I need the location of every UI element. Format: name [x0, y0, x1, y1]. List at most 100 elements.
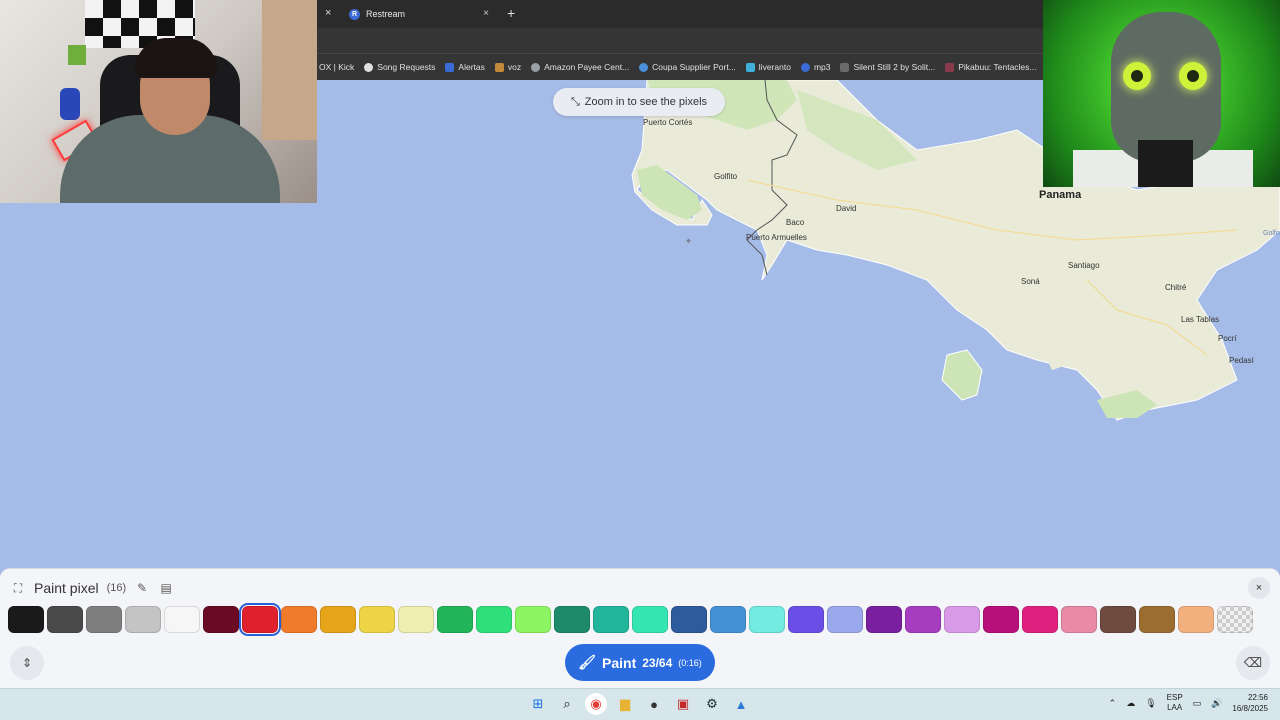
collapse-icon[interactable]: ⛶ [10, 581, 26, 596]
image-icon [945, 62, 955, 72]
bookmark-item[interactable]: Song Requests [364, 62, 435, 72]
color-swatch[interactable] [164, 606, 200, 633]
bookmark-label: mp3 [813, 62, 831, 72]
close-tab-icon[interactable]: × [325, 7, 331, 19]
obs-icon[interactable]: ● [643, 693, 665, 715]
bookmark-item[interactable]: Pikabuu: Tentacles... [945, 62, 1037, 72]
color-swatch[interactable] [1022, 606, 1058, 633]
map-label-city: Chitré [1165, 283, 1187, 292]
color-swatch[interactable] [281, 606, 317, 633]
search-icon[interactable]: ⌕ [556, 693, 578, 715]
streamer-hair [135, 38, 217, 78]
bookmark-item[interactable]: Alertas [445, 62, 485, 72]
chevron-up-icon[interactable]: ⌃ [1109, 698, 1117, 709]
bookmark-label: OX | Kick [319, 62, 355, 72]
color-swatch[interactable] [437, 606, 473, 633]
map-label-city: David [836, 204, 857, 213]
color-swatch[interactable] [47, 606, 83, 633]
color-swatch[interactable] [515, 606, 551, 633]
pixel-count: (16) [106, 582, 127, 594]
bookmark-label: Coupa Supplier Port... [652, 62, 736, 72]
address-bar-area[interactable] [317, 28, 1043, 54]
zoom-hint-text: Zoom in to see the pixels [584, 96, 708, 108]
color-swatch[interactable] [203, 606, 239, 633]
flame-icon [445, 62, 455, 72]
color-swatch[interactable] [710, 606, 746, 633]
file-explorer-icon[interactable]: ▆ [614, 693, 636, 715]
color-swatch[interactable] [944, 606, 980, 633]
map-ocean[interactable] [0, 203, 317, 568]
volume-icon[interactable]: 🔊 [1211, 698, 1222, 709]
cloud-icon[interactable]: ☁ [1126, 698, 1135, 709]
color-swatch[interactable] [86, 606, 122, 633]
color-swatch[interactable] [320, 606, 356, 633]
color-swatch[interactable] [239, 603, 281, 636]
language-indicator[interactable]: ESP LAA [1167, 693, 1183, 713]
clock[interactable]: 22:56 16/8/2025 [1232, 692, 1268, 714]
color-swatch[interactable] [8, 606, 44, 633]
toy-figure [68, 45, 86, 65]
door [262, 0, 317, 140]
color-swatch[interactable] [398, 606, 434, 633]
bookmarks-bar: OX | Kick Song Requests Alertas voz Amaz… [317, 54, 1043, 80]
expand-vertical-icon: ⇕ [21, 656, 33, 670]
bookmark-label: Silent Still 2 by Solit... [853, 62, 936, 72]
color-palette [8, 603, 1253, 636]
color-swatch[interactable] [905, 606, 941, 633]
layers-icon[interactable]: ▤ [158, 581, 174, 595]
bookmark-item[interactable]: voz [494, 62, 521, 72]
eraser-button[interactable]: ⌫ [1236, 646, 1270, 680]
paint-panel: ⛶ Paint pixel (16) ✎ ▤ × ⇕ 🖌 Paint 23/64… [0, 568, 1280, 688]
color-swatch[interactable] [1178, 606, 1214, 633]
color-swatch[interactable] [476, 606, 512, 633]
color-swatch[interactable] [125, 606, 161, 633]
bookmark-item[interactable]: liveranto [745, 62, 791, 72]
steam-icon[interactable]: ⚙ [701, 693, 723, 715]
color-swatch[interactable] [749, 606, 785, 633]
color-swatch[interactable] [788, 606, 824, 633]
color-swatch[interactable] [1061, 606, 1097, 633]
globe-icon [531, 62, 541, 72]
voicemod-icon[interactable]: ▣ [672, 693, 694, 715]
bookmark-item[interactable]: Amazon Payee Cent... [531, 62, 629, 72]
color-swatch[interactable] [827, 606, 863, 633]
bookmark-item[interactable]: Coupa Supplier Port... [639, 62, 736, 72]
windows-taskbar: ⊞ ⌕ ◉ ▆ ● ▣ ⚙ ▲ ⌃ ☁ 🎙 ESP LAA ▭ 🔊 22:56 … [0, 688, 1280, 720]
color-swatch[interactable] [632, 606, 668, 633]
color-swatch[interactable] [671, 606, 707, 633]
paint-button[interactable]: 🖌 Paint 23/64 (0:16) [565, 644, 715, 681]
map-label-city: Pocrí [1218, 334, 1237, 343]
bookmark-label: Alertas [458, 62, 485, 72]
paint-panel-title: Paint pixel [34, 580, 99, 596]
color-swatch[interactable] [359, 606, 395, 633]
color-swatch[interactable] [983, 606, 1019, 633]
paint-progress: 23/64 [642, 655, 673, 670]
color-swatch[interactable] [554, 606, 590, 633]
color-swatch-transparent[interactable] [1217, 606, 1253, 633]
paint-button-label: Paint [602, 654, 637, 671]
bookmark-label: Amazon Payee Cent... [544, 62, 630, 72]
color-swatch[interactable] [593, 606, 629, 633]
tab-restream[interactable]: R Restream × [341, 0, 517, 28]
close-panel-button[interactable]: × [1248, 577, 1270, 599]
bookmark-item[interactable]: OX | Kick [319, 62, 354, 72]
color-swatch[interactable] [1139, 606, 1175, 633]
close-tab-icon[interactable]: × [483, 8, 489, 19]
microphone-icon[interactable]: 🎙 [1145, 698, 1156, 709]
windows-start-icon[interactable]: ⊞ [527, 693, 549, 715]
app-icon[interactable]: ▲ [730, 693, 752, 715]
new-tab-button[interactable]: + [507, 5, 515, 21]
chrome-icon[interactable]: ◉ [585, 693, 607, 715]
expand-button[interactable]: ⇕ [10, 646, 44, 680]
bookmark-item[interactable]: Silent Still 2 by Solit... [840, 62, 935, 72]
map-label-sea: Golfo [1263, 230, 1280, 237]
zoom-hint-chip[interactable]: ⤡ Zoom in to see the pixels [553, 88, 725, 116]
color-swatch[interactable] [1100, 606, 1136, 633]
paint-cooldown: (0:16) [678, 657, 702, 668]
color-swatch[interactable] [866, 606, 902, 633]
map-label-city: Las Tablas [1181, 315, 1220, 324]
pencil-icon[interactable]: ✎ [134, 581, 150, 595]
monitor-icon[interactable]: ▭ [1193, 698, 1202, 709]
bookmark-item[interactable]: mp3 [800, 62, 831, 72]
layout-code: LAA [1167, 703, 1183, 712]
